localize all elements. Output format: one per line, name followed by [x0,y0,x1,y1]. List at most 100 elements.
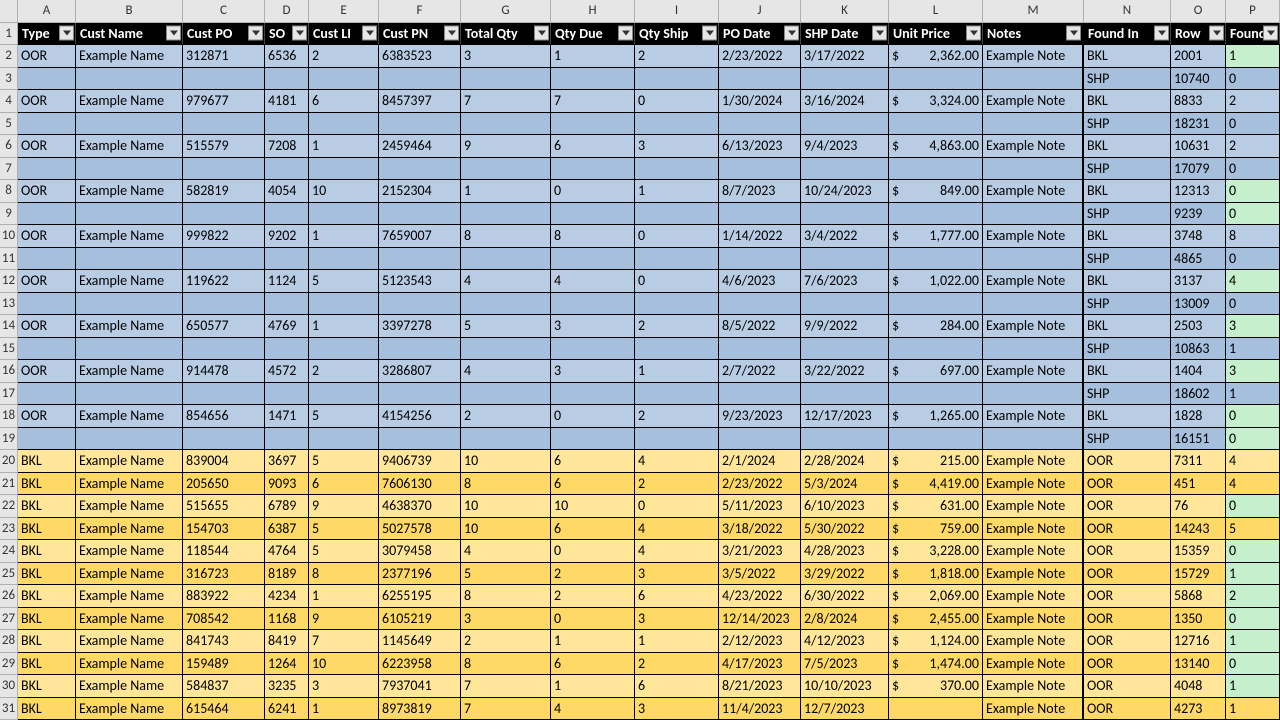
data-cell[interactable] [183,68,265,91]
filter-dropdown-icon[interactable] [784,26,799,41]
data-cell[interactable]: 5 [309,405,379,428]
data-cell[interactable]: 0 [1226,248,1280,271]
spreadsheet-grid[interactable]: ABCDEFGHIJKLMNOP1TypeCust NameCust POSOC… [0,0,1280,720]
table-header-cell[interactable]: Unit Price [889,23,983,46]
data-cell[interactable]: 1124 [265,270,309,293]
data-cell[interactable]: 0 [551,405,635,428]
data-cell[interactable]: 615464 [183,698,265,720]
data-cell[interactable]: 4 [635,450,719,473]
data-cell[interactable]: 6255195 [379,585,461,608]
data-cell[interactable]: BKL [1084,135,1171,158]
data-cell[interactable]: $215.00 [889,450,983,473]
data-cell[interactable]: Example Note [983,585,1084,608]
data-cell[interactable]: 2 [551,585,635,608]
data-cell[interactable]: 6105219 [379,608,461,631]
data-cell[interactable]: 119622 [183,270,265,293]
filter-dropdown-icon[interactable] [1154,26,1169,41]
data-cell[interactable]: 7/6/2023 [801,270,889,293]
data-cell[interactable]: 6383523 [379,45,461,68]
data-cell[interactable]: 4/6/2023 [719,270,801,293]
filter-dropdown-icon[interactable] [1209,26,1224,41]
data-cell[interactable]: $2,069.00 [889,585,983,608]
column-header[interactable]: F [379,0,461,23]
data-cell[interactable]: OOR [18,135,76,158]
row-header[interactable]: 24 [0,540,18,563]
data-cell[interactable]: 6387 [265,518,309,541]
data-cell[interactable] [76,203,183,226]
data-cell[interactable] [18,428,76,451]
data-cell[interactable]: 0 [635,225,719,248]
row-header[interactable]: 12 [0,270,18,293]
data-cell[interactable]: 1/14/2022 [719,225,801,248]
data-cell[interactable]: 8/5/2022 [719,315,801,338]
data-cell[interactable] [635,158,719,181]
data-cell[interactable]: 12/14/2023 [719,608,801,631]
data-cell[interactable]: 4572 [265,360,309,383]
data-cell[interactable] [983,338,1084,361]
table-header-cell[interactable]: Cust Name [76,23,183,46]
data-cell[interactable]: 708542 [183,608,265,631]
data-cell[interactable]: Example Note [983,698,1084,720]
data-cell[interactable]: BKL [18,608,76,631]
data-cell[interactable] [265,428,309,451]
data-cell[interactable]: 3/17/2022 [801,45,889,68]
row-header[interactable]: 6 [0,135,18,158]
column-header[interactable]: N [1084,0,1171,23]
data-cell[interactable]: 9202 [265,225,309,248]
data-cell[interactable]: 14243 [1171,518,1226,541]
data-cell[interactable]: 4638370 [379,495,461,518]
row-header[interactable]: 16 [0,360,18,383]
data-cell[interactable]: 1 [635,630,719,653]
data-cell[interactable]: OOR [1084,450,1171,473]
data-cell[interactable]: 0 [1226,180,1280,203]
data-cell[interactable]: 1168 [265,608,309,631]
data-cell[interactable]: 3235 [265,675,309,698]
data-cell[interactable]: 1 [1226,563,1280,586]
data-cell[interactable]: 3 [551,360,635,383]
data-cell[interactable] [801,338,889,361]
data-cell[interactable] [183,293,265,316]
data-cell[interactable] [635,68,719,91]
data-cell[interactable]: 2/7/2022 [719,360,801,383]
data-cell[interactable] [551,338,635,361]
data-cell[interactable]: Example Note [983,270,1084,293]
data-cell[interactable] [183,338,265,361]
data-cell[interactable] [265,383,309,406]
data-cell[interactable]: OOR [1084,518,1171,541]
data-cell[interactable]: Example Name [76,540,183,563]
data-cell[interactable] [801,428,889,451]
data-cell[interactable]: Example Name [76,698,183,720]
data-cell[interactable]: 6 [551,653,635,676]
data-cell[interactable]: 8 [551,225,635,248]
row-header[interactable]: 26 [0,585,18,608]
data-cell[interactable]: 1 [1226,630,1280,653]
data-cell[interactable]: 18231 [1171,113,1226,136]
data-cell[interactable]: Example Note [983,360,1084,383]
data-cell[interactable]: 18602 [1171,383,1226,406]
data-cell[interactable]: 3 [635,563,719,586]
filter-dropdown-icon[interactable] [444,26,459,41]
filter-dropdown-icon[interactable] [362,26,377,41]
table-header-cell[interactable]: Total Qty [461,23,551,46]
data-cell[interactable]: 5 [309,540,379,563]
data-cell[interactable] [183,248,265,271]
column-header[interactable]: A [18,0,76,23]
data-cell[interactable] [551,68,635,91]
table-header-cell[interactable]: Found [1226,23,1280,46]
data-cell[interactable]: Example Note [983,450,1084,473]
data-cell[interactable]: 914478 [183,360,265,383]
data-cell[interactable]: 2/8/2024 [801,608,889,631]
data-cell[interactable]: 839004 [183,450,265,473]
data-cell[interactable]: 6 [635,585,719,608]
data-cell[interactable]: OOR [18,90,76,113]
data-cell[interactable] [265,68,309,91]
data-cell[interactable]: 6/13/2023 [719,135,801,158]
data-cell[interactable]: 3079458 [379,540,461,563]
data-cell[interactable]: OOR [1084,495,1171,518]
data-cell[interactable]: 0 [635,90,719,113]
data-cell[interactable]: 6 [551,518,635,541]
data-cell[interactable]: Example Name [76,653,183,676]
data-cell[interactable]: SHP [1084,293,1171,316]
table-header-cell[interactable]: Cust LI [309,23,379,46]
data-cell[interactable]: 7 [551,90,635,113]
